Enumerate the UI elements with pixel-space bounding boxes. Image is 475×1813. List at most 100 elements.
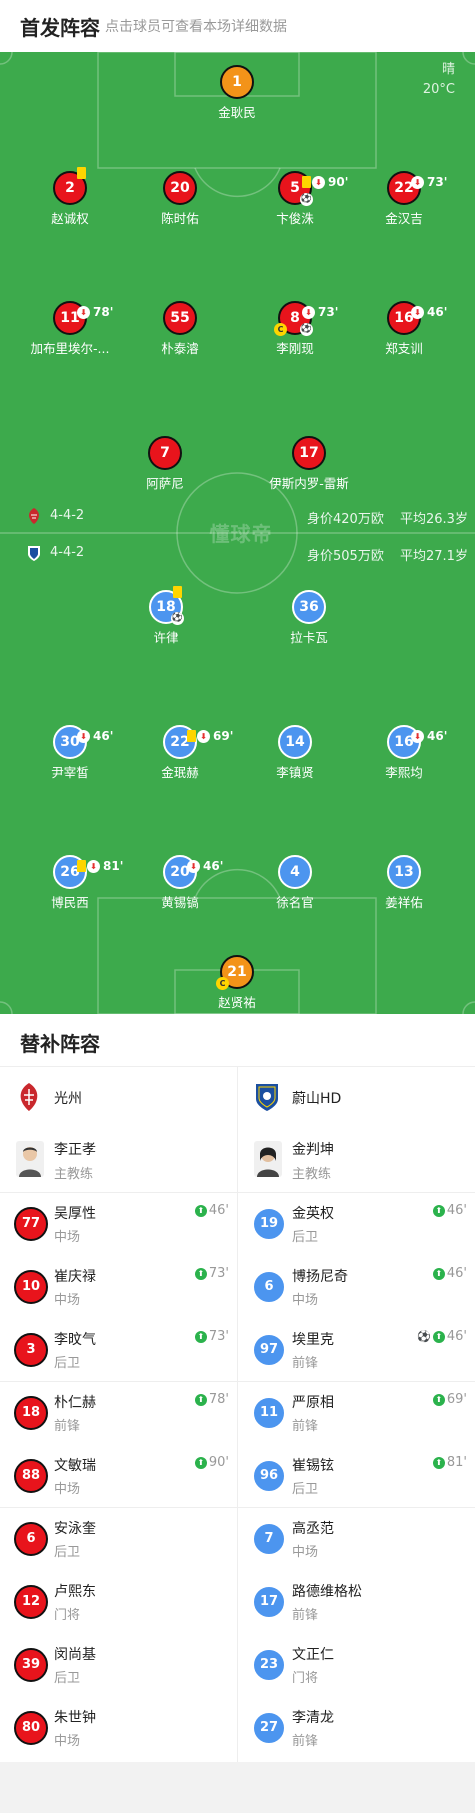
- gwangju-logo-icon: [29, 508, 39, 524]
- bench-player-row[interactable]: 17 路德维格松 前锋: [238, 1571, 475, 1634]
- bench-player-row[interactable]: 96 崔锡铉 后卫 ⬆ 81': [238, 1445, 475, 1508]
- player-name: 许律: [153, 630, 179, 645]
- player-name: 阿萨尼: [146, 476, 184, 491]
- away-player[interactable]: 18 ⚽ 许律: [106, 586, 226, 646]
- sub-in-info: ⬆ 46': [432, 1266, 467, 1281]
- coach-avatar: [16, 1141, 44, 1177]
- player-number: 5 ⬇ 90' ⚽: [278, 171, 348, 206]
- bench-player-name: 崔锡铉: [292, 1458, 334, 1474]
- bench-player-row[interactable]: 7 高丞范 中场: [238, 1508, 475, 1571]
- player-name: 李熙均: [385, 765, 423, 780]
- player-name: 郑支训: [385, 341, 423, 356]
- bench-player-row[interactable]: 27 李清龙 前锋: [238, 1697, 475, 1760]
- away-player[interactable]: 16 ⬇ 46' 李熙均: [344, 725, 464, 781]
- captain-icon: C: [216, 977, 229, 990]
- bench-player-row[interactable]: 88 文敏瑞 中场 ⬆ 90': [0, 1445, 237, 1508]
- bench-player-number: 6: [14, 1522, 48, 1556]
- away-player[interactable]: 30 ⬇ 46' 尹宰皙: [10, 725, 130, 781]
- bench-player-position: 门将: [292, 1671, 319, 1686]
- home-coach-row[interactable]: 李正孝 主教练: [0, 1127, 237, 1193]
- coach-avatar: [254, 1141, 282, 1177]
- player-events: ⬇ 46': [77, 721, 113, 751]
- sub-in-info: ⬆ 90': [194, 1455, 229, 1470]
- player-number: 36: [292, 590, 326, 624]
- player-name: 陈时佑: [161, 211, 199, 226]
- ball-icon: ⚽: [300, 193, 313, 206]
- bench-title: 替补阵容: [20, 1032, 100, 1056]
- bench-player-row[interactable]: 12 卢熙东 门将: [0, 1571, 237, 1634]
- player-number: 16 ⬇ 46': [387, 301, 447, 335]
- sub-in-info: ⬆ 69': [432, 1392, 467, 1407]
- away-player[interactable]: 13 姜祥佑: [344, 855, 464, 911]
- bench-player-number: 27: [252, 1711, 286, 1745]
- bench-player-position: 中场: [54, 1734, 81, 1749]
- bench-player-row[interactable]: 80 朱世钟 中场: [0, 1697, 237, 1760]
- bench-player-row[interactable]: 3 李旼气 后卫 ⬆ 73': [0, 1319, 237, 1382]
- sub-in-time: 46': [446, 1266, 467, 1281]
- away-team-row[interactable]: 蔚山HD: [238, 1067, 475, 1127]
- bench-player-row[interactable]: 23 文正仁 门将: [238, 1634, 475, 1697]
- sub-in-time: 46': [446, 1203, 467, 1218]
- player-name: 徐名官: [276, 895, 314, 910]
- home-player[interactable]: 55 朴泰濬: [120, 301, 240, 357]
- sub-out-time: 46': [93, 729, 114, 743]
- bench-player-row[interactable]: 11 严原相 前锋 ⬆ 69': [238, 1382, 475, 1445]
- sub-out-icon: ⬇: [411, 305, 424, 319]
- bench-player-position: 后卫: [54, 1545, 81, 1560]
- home-player[interactable]: 2 赵诚权: [10, 167, 130, 227]
- bench-player-row[interactable]: 39 闵尚基 后卫: [0, 1634, 237, 1697]
- sub-out-icon: ⬇: [197, 729, 210, 743]
- bench-player-number: 23: [252, 1648, 286, 1682]
- sub-in-info: ⬆ 73': [194, 1266, 229, 1281]
- home-player[interactable]: 22 ⬇ 73' 金汉吉: [344, 171, 464, 227]
- player-name: 李刚现: [276, 341, 314, 356]
- bench-player-row[interactable]: 10 崔庆禄 中场 ⬆ 73': [0, 1256, 237, 1319]
- sub-in-time: 46': [208, 1203, 229, 1218]
- yellow-card-icon: [77, 860, 86, 872]
- away-formation: 4-4-2: [50, 545, 85, 560]
- home-player[interactable]: 8 ⬇ 73' ⚽ C 李刚现: [235, 301, 355, 357]
- sub-in-icon: ⬆: [194, 1330, 207, 1343]
- bench-player-position: 中场: [54, 1293, 81, 1308]
- home-player[interactable]: 17 伊斯内罗-雷斯: [249, 436, 369, 492]
- sub-out-icon: ⬇: [187, 859, 200, 873]
- away-player[interactable]: 22 ⬇ 69' 金珉赫: [120, 725, 240, 781]
- bench-player-number: 80: [14, 1711, 48, 1745]
- home-player[interactable]: 16 ⬇ 46' 郑支训: [344, 301, 464, 357]
- away-player[interactable]: 26 ⬇ 81' 博民西: [10, 855, 130, 911]
- sub-in-icon: ⬆: [194, 1456, 207, 1469]
- bench-player-row[interactable]: 6 博扬尼奇 中场 ⬆ 46': [238, 1256, 475, 1319]
- sub-out-time: 46': [203, 859, 224, 873]
- bench-player-row[interactable]: 6 安泳奎后卫: [0, 1508, 237, 1571]
- home-player[interactable]: 11 ⬇ 78' 加布里埃尔-...: [10, 301, 130, 357]
- away-player[interactable]: 4 徐名官: [235, 855, 355, 911]
- player-name: 伊斯内罗-雷斯: [269, 476, 349, 491]
- away-bench-column: 蔚山HD 金判坤 主教练 19 金英权 后卫 ⬆ 46' 6 博扬尼奇 中场 ⬆ 46' 97 埃里克…: [238, 1067, 475, 1760]
- away-coach-row[interactable]: 金判坤 主教练: [238, 1127, 475, 1193]
- bench-player-name: 闵尚基: [54, 1647, 96, 1663]
- bench-player-row[interactable]: 77 吴厚性 中场 ⬆ 46': [0, 1193, 237, 1256]
- home-player[interactable]: 7 阿萨尼: [105, 436, 225, 492]
- home-player[interactable]: 1 金耿民: [177, 65, 297, 121]
- home-team-row[interactable]: 光州: [0, 1067, 237, 1127]
- bench-player-position: 中场: [292, 1545, 319, 1560]
- bench-player-number: 39: [14, 1648, 48, 1682]
- sub-in-info: ⚽ ⬆ 46': [417, 1329, 467, 1344]
- bench-player-position: 前锋: [292, 1356, 319, 1371]
- bench-player-name: 安泳奎: [54, 1521, 96, 1537]
- away-player[interactable]: 36 拉卡瓦: [249, 590, 369, 646]
- away-player[interactable]: 14 李镇贤: [235, 725, 355, 781]
- bench-player-row[interactable]: 97 埃里克 前锋 ⚽ ⬆ 46': [238, 1319, 475, 1382]
- player-number: 11 ⬇ 78': [53, 301, 113, 335]
- home-player[interactable]: 20 陈时佑: [120, 171, 240, 227]
- home-player[interactable]: 5 ⬇ 90' ⚽ 卞俊洙: [235, 171, 355, 227]
- bench-player-name: 朴仁赫: [54, 1395, 96, 1411]
- bench-player-row[interactable]: 18 朴仁赫 前锋 ⬆ 78': [0, 1382, 237, 1445]
- weather-condition: 晴: [441, 62, 455, 77]
- player-name: 加布里埃尔-...: [30, 341, 110, 356]
- away-player[interactable]: 21 C 赵贤祐: [177, 955, 297, 1011]
- bench-player-number: 19: [252, 1207, 286, 1241]
- away-player[interactable]: 20 ⬇ 46' 黄锡镐: [120, 855, 240, 911]
- bench-player-row[interactable]: 19 金英权 后卫 ⬆ 46': [238, 1193, 475, 1256]
- player-events: ⬇ 73': [411, 167, 447, 197]
